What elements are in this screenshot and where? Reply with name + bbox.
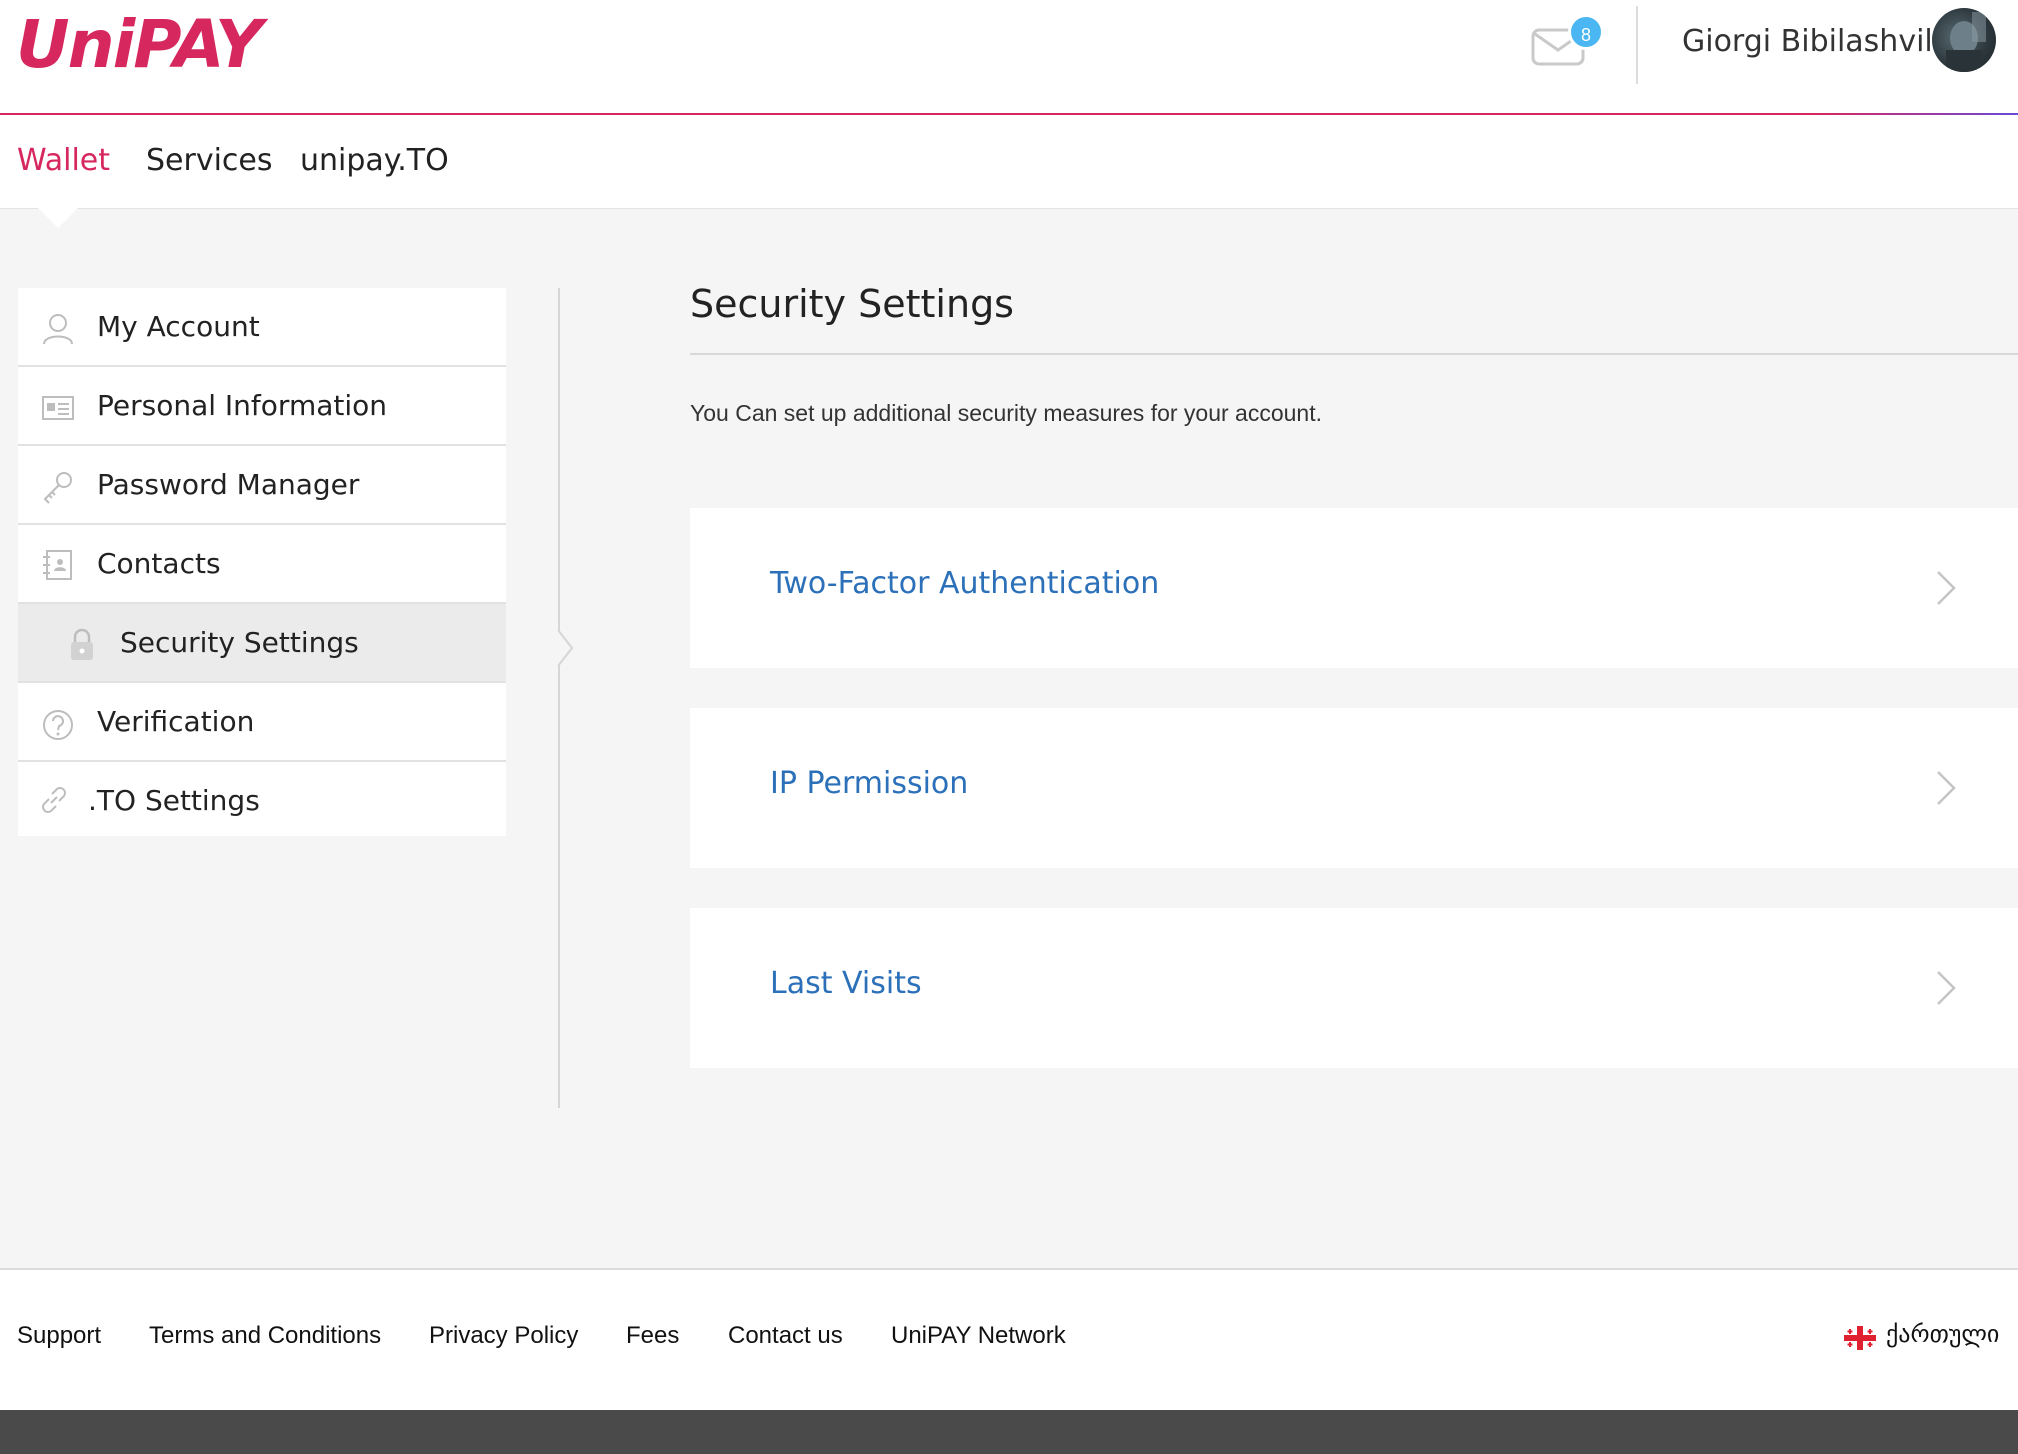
footer-link-support[interactable]: Support <box>17 1322 101 1350</box>
sidebar-item-label: Contacts <box>97 547 221 580</box>
active-nav-caret <box>38 208 78 228</box>
nav-unipay-to[interactable]: unipay.TO <box>300 143 449 178</box>
sidebar-item-to-settings[interactable]: .TO Settings <box>18 762 506 836</box>
bottom-bar <box>0 1410 2018 1454</box>
last-visits-card[interactable]: Last Visits <box>690 908 2018 1068</box>
sidebar-item-contacts[interactable]: Contacts <box>18 525 506 604</box>
page-title: Security Settings <box>690 282 1014 326</box>
sidebar-item-label: Verification <box>97 705 255 738</box>
address-book-icon <box>43 550 72 580</box>
nav-wallet[interactable]: Wallet <box>17 143 110 178</box>
sidebar-item-label: Security Settings <box>120 626 359 659</box>
id-card-icon <box>42 396 74 420</box>
user-icon <box>43 314 73 345</box>
card-label: IP Permission <box>770 766 969 801</box>
ip-permission-card[interactable]: IP Permission <box>690 708 2018 868</box>
avatar-image <box>1946 12 1986 72</box>
card-label: Last Visits <box>770 966 922 1001</box>
title-divider <box>690 353 2018 355</box>
chevron-right-icon <box>1937 571 1956 605</box>
sidebar-item-verification[interactable]: Verification <box>18 683 506 762</box>
header-divider <box>1636 6 1638 84</box>
sidebar-item-label: My Account <box>97 310 260 343</box>
sidebar-item-my-account[interactable]: My Account <box>18 288 506 367</box>
footer-link-fees[interactable]: Fees <box>626 1322 679 1350</box>
link-icon <box>42 787 66 813</box>
footer-link-terms[interactable]: Terms and Conditions <box>149 1322 381 1350</box>
footer-link-contact[interactable]: Contact us <box>728 1322 843 1350</box>
page-description: You Can set up additional security measu… <box>690 400 1323 426</box>
two-factor-authentication-card[interactable]: Two-Factor Authentication <box>690 508 2018 668</box>
nav-services[interactable]: Services <box>146 143 273 178</box>
chevron-right-icon <box>1937 771 1956 805</box>
header: UniPAY 8 Giorgi Bibilashvili <box>0 0 2018 114</box>
chevron-right-icon <box>1937 971 1956 1005</box>
top-navigation: Wallet Services unipay.TO <box>0 115 2018 209</box>
sidebar-item-security-settings[interactable]: Security Settings <box>18 604 506 683</box>
language-label: ქართული <box>1886 1320 2000 1348</box>
question-circle-icon <box>43 710 73 740</box>
card-label: Two-Factor Authentication <box>770 566 1160 601</box>
vertical-divider <box>558 288 560 1108</box>
sidebar-item-password-manager[interactable]: Password Manager <box>18 446 506 525</box>
sidebar-item-label: Password Manager <box>97 468 360 501</box>
footer: Support Terms and Conditions Privacy Pol… <box>0 1268 2018 1410</box>
notification-count-badge[interactable]: 8 <box>1568 14 1604 50</box>
key-icon <box>43 472 72 504</box>
lock-icon <box>71 628 93 660</box>
georgian-flag-icon <box>1844 1326 1876 1350</box>
active-item-pointer <box>557 630 574 666</box>
unipay-logo[interactable]: UniPAY <box>16 6 263 83</box>
footer-link-privacy[interactable]: Privacy Policy <box>429 1322 578 1350</box>
user-name[interactable]: Giorgi Bibilashvili <box>1682 24 1941 59</box>
sidebar-item-personal-information[interactable]: Personal Information <box>18 367 506 446</box>
avatar[interactable] <box>1932 8 1996 72</box>
footer-link-network[interactable]: UniPAY Network <box>891 1322 1066 1350</box>
sidebar-item-label: Personal Information <box>97 389 388 422</box>
sidebar-item-label: .TO Settings <box>88 784 260 817</box>
sidebar: My Account Personal Information Password… <box>18 288 506 836</box>
